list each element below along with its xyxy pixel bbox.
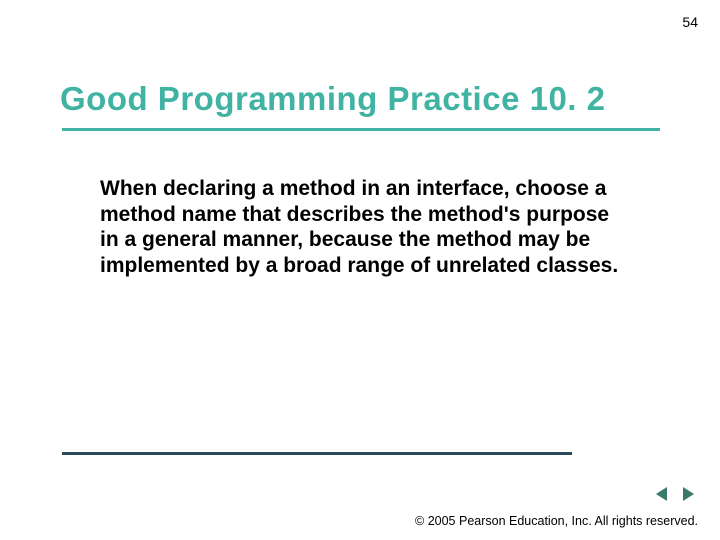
footer-rule [62, 452, 572, 455]
triangle-left-icon [654, 486, 670, 502]
slide-title: Good Programming Practice 10. 2 [60, 80, 606, 118]
prev-button[interactable] [652, 484, 672, 504]
triangle-right-icon [680, 486, 696, 502]
copyright-text: © 2005 Pearson Education, Inc. All right… [415, 514, 698, 528]
body-text: When declaring a method in an interface,… [100, 176, 630, 278]
nav-controls [652, 484, 698, 504]
next-button[interactable] [678, 484, 698, 504]
title-underline [62, 128, 660, 131]
page-number: 54 [682, 14, 698, 30]
